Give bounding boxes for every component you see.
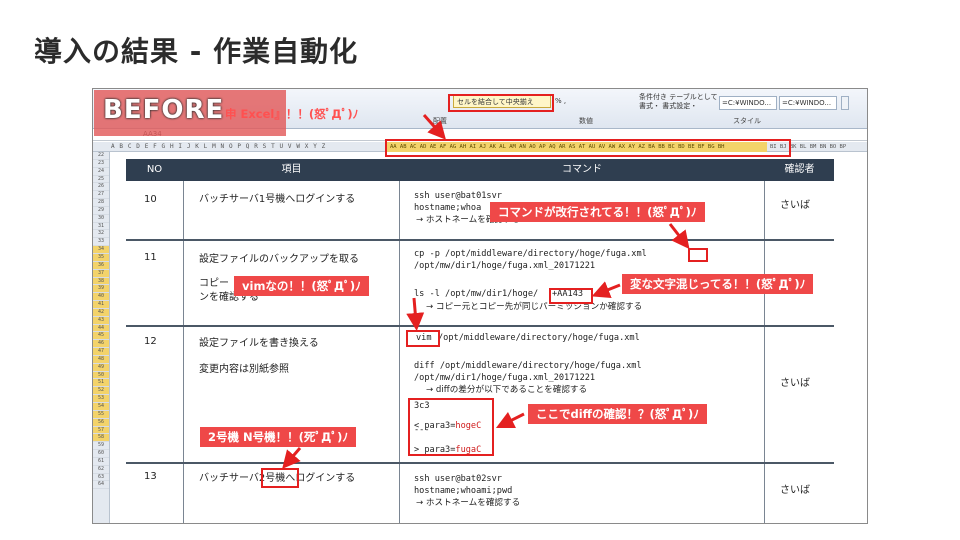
arrow-to-newline	[668, 223, 690, 250]
arrow-to-strange-char	[591, 281, 621, 299]
arrow-to-server-number	[282, 447, 302, 469]
arrow-to-vim	[406, 297, 425, 331]
arrow-to-columns	[422, 114, 446, 140]
arrows	[282, 114, 690, 469]
arrow-to-diff	[495, 411, 525, 429]
